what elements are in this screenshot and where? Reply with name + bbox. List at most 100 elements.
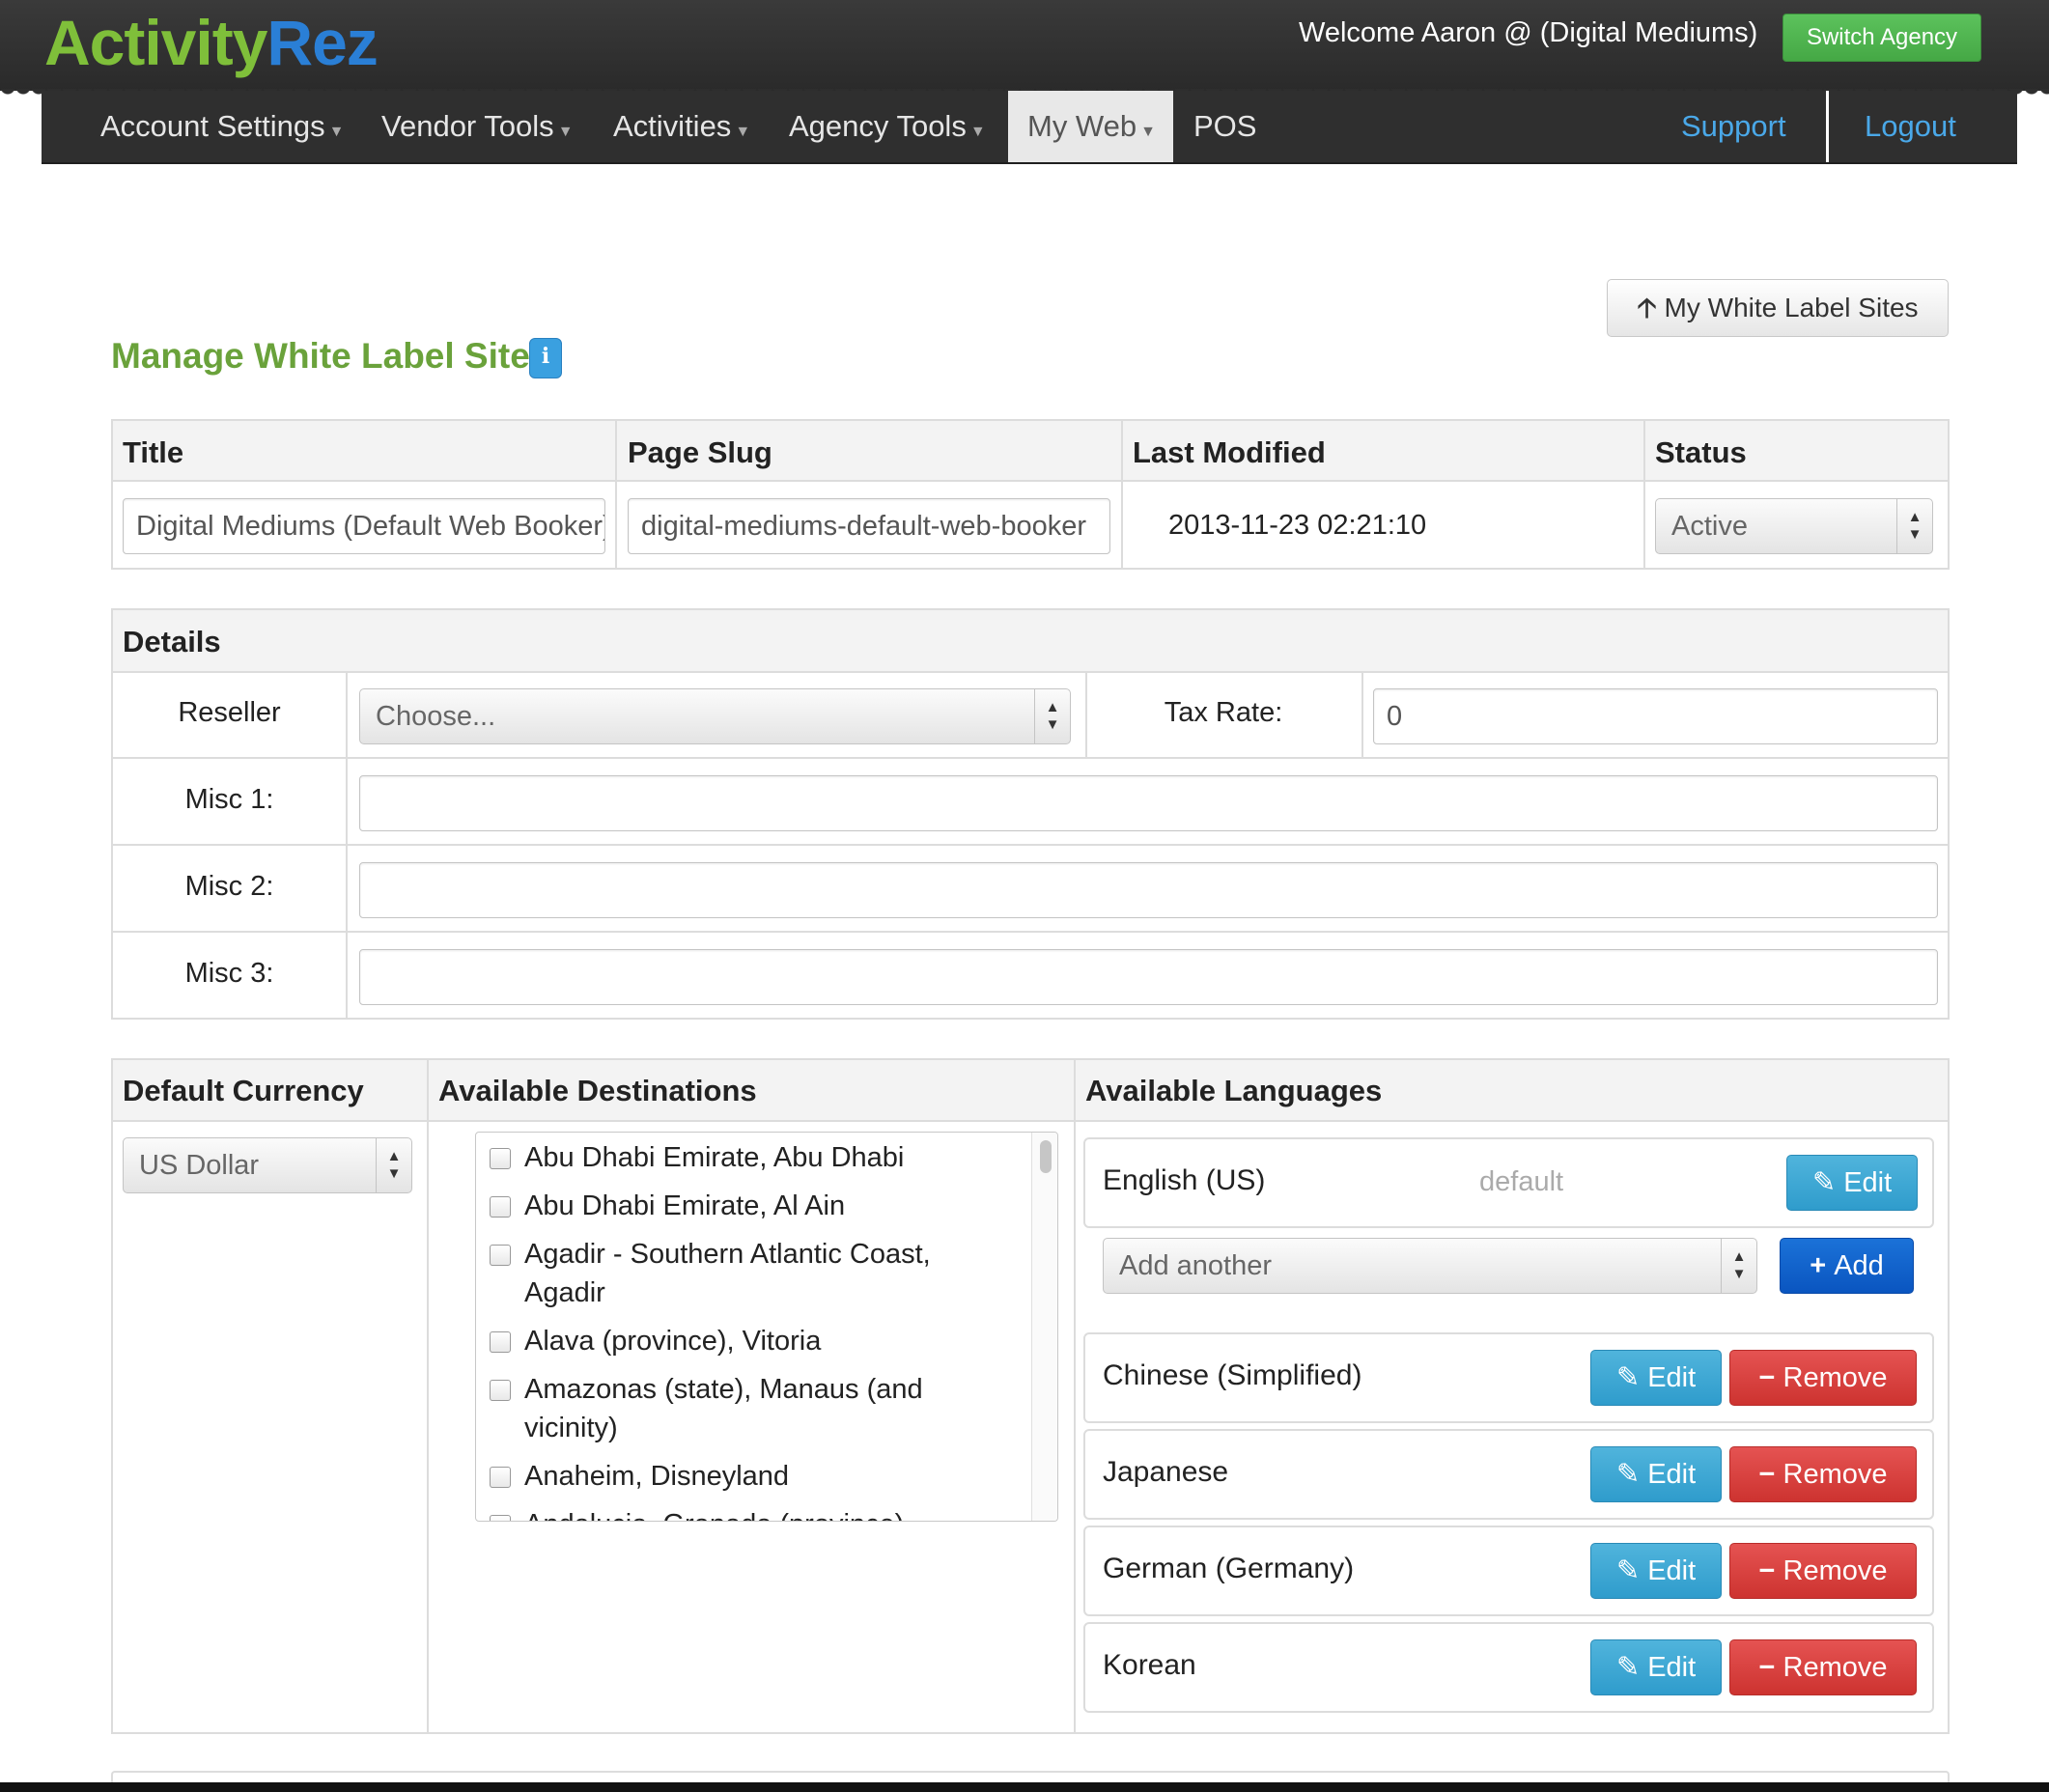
nav-my-web[interactable]: My Web ▼ — [1008, 91, 1173, 162]
bottom-strip — [0, 1782, 2049, 1792]
edit-language-button[interactable]: ✎ Edit — [1590, 1350, 1722, 1406]
reseller-select-value: Choose... — [376, 701, 496, 732]
destination-checkbox[interactable] — [490, 1467, 511, 1488]
misc2-input[interactable] — [359, 862, 1938, 918]
activityrez-logo[interactable]: ActivityRez — [44, 6, 379, 79]
destination-item[interactable]: Amazonas (state), Manaus (and vicinity) — [490, 1370, 988, 1447]
destinations-heading: Available Destinations — [438, 1074, 757, 1107]
logo-rez-text: Rez — [267, 7, 378, 78]
add-language-button[interactable]: + Add — [1780, 1238, 1914, 1294]
caret-down-icon: ▼ — [557, 124, 574, 140]
remove-button-label: Remove — [1782, 1459, 1888, 1490]
edit-language-button[interactable]: ✎ Edit — [1590, 1639, 1722, 1695]
destination-checkbox[interactable] — [490, 1380, 511, 1401]
currency-heading: Default Currency — [123, 1074, 364, 1107]
column-header-page-slug: Page Slug — [628, 435, 772, 469]
currency-select[interactable]: US Dollar ▲ ▼ — [123, 1137, 412, 1193]
destinations-scrollbar[interactable] — [1031, 1133, 1057, 1521]
destination-item[interactable]: Anaheim, Disneyland — [490, 1457, 988, 1496]
select-arrows-icon: ▲ ▼ — [1896, 499, 1932, 553]
scrollbar-thumb[interactable] — [1040, 1140, 1052, 1173]
divider — [113, 931, 1948, 933]
nav-account-settings[interactable]: Account Settings ▼ — [100, 91, 344, 162]
edit-button-label: Edit — [1647, 1652, 1697, 1683]
destination-label: Andalucia, Granada (province) — [524, 1509, 904, 1521]
remove-language-button[interactable]: − Remove — [1729, 1639, 1917, 1695]
divider — [427, 1060, 429, 1732]
logout-link[interactable]: Logout — [1865, 91, 1956, 162]
support-link[interactable]: Support — [1681, 91, 1786, 162]
destination-checkbox[interactable] — [490, 1196, 511, 1218]
destination-checkbox[interactable] — [490, 1245, 511, 1266]
edit-language-button[interactable]: ✎ Edit — [1590, 1543, 1722, 1599]
nav-my-web-label: My Web — [1027, 109, 1137, 143]
details-header — [113, 610, 1948, 671]
nav-pos[interactable]: POS — [1193, 91, 1256, 162]
tax-rate-input[interactable]: 0 — [1373, 688, 1938, 744]
edit-icon: ✎ — [1615, 1459, 1648, 1490]
language-card: German (Germany) ✎ Edit − Remove — [1083, 1526, 1934, 1616]
destination-label: Alava (province), Vitoria — [524, 1326, 822, 1357]
minus-icon: − — [1758, 1652, 1783, 1683]
edit-language-button[interactable]: ✎ Edit — [1590, 1446, 1722, 1502]
edit-icon: ✎ — [1615, 1362, 1648, 1393]
column-header-last-modified: Last Modified — [1133, 435, 1326, 469]
misc1-input[interactable] — [359, 775, 1938, 831]
arrow-up-icon: 🡡 — [1637, 293, 1657, 322]
nav-pos-label: POS — [1193, 109, 1257, 143]
misc3-input[interactable] — [359, 949, 1938, 1005]
destination-label: Abu Dhabi Emirate, Abu Dhabi — [524, 1142, 905, 1173]
remove-language-button[interactable]: − Remove — [1729, 1543, 1917, 1599]
destination-item[interactable]: Alava (province), Vitoria — [490, 1322, 988, 1360]
site-title-input[interactable]: Digital Mediums (Default Web Booker) — [123, 498, 605, 554]
add-language-select-value: Add another — [1119, 1250, 1273, 1281]
nav-activities[interactable]: Activities ▼ — [613, 91, 750, 162]
info-icon[interactable] — [529, 338, 562, 378]
reseller-select[interactable]: Choose... ▲ ▼ — [359, 688, 1071, 744]
destinations-list[interactable]: Abu Dhabi Emirate, Abu Dhabi Abu Dhabi E… — [475, 1132, 1058, 1522]
divider — [113, 757, 1948, 759]
destination-checkbox[interactable] — [490, 1331, 511, 1353]
misc2-label: Misc 2: — [184, 871, 274, 902]
languages-heading: Available Languages — [1085, 1074, 1383, 1107]
destination-checkbox[interactable] — [490, 1148, 511, 1169]
destination-checkbox[interactable] — [490, 1515, 511, 1521]
language-name: Chinese (Simplified) — [1103, 1359, 1362, 1391]
nav-divider — [1826, 91, 1829, 162]
nav-account-settings-label: Account Settings — [100, 109, 325, 143]
nav-agency-tools-label: Agency Tools — [789, 109, 967, 143]
add-button-label: Add — [1834, 1250, 1884, 1281]
divider — [1361, 671, 1363, 757]
page-title: Manage White Label Site — [111, 336, 530, 376]
divider — [615, 421, 617, 568]
nav-vendor-tools[interactable]: Vendor Tools ▼ — [381, 91, 574, 162]
destination-item[interactable]: Abu Dhabi Emirate, Al Ain — [490, 1187, 988, 1225]
remove-button-label: Remove — [1782, 1555, 1888, 1586]
destination-item[interactable]: Andalucia, Granada (province) — [490, 1505, 988, 1521]
switch-agency-button[interactable]: Switch Agency — [1782, 14, 1981, 62]
destination-item[interactable]: Abu Dhabi Emirate, Abu Dhabi — [490, 1138, 988, 1177]
remove-button-label: Remove — [1782, 1652, 1888, 1683]
edit-language-button[interactable]: ✎ Edit — [1786, 1155, 1918, 1211]
select-arrows-icon: ▲ ▼ — [1721, 1239, 1756, 1293]
top-header: ActivityRez Welcome Aaron @ (Digital Med… — [0, 0, 2049, 98]
remove-language-button[interactable]: − Remove — [1729, 1350, 1917, 1406]
language-card: Chinese (Simplified) ✎ Edit − Remove — [1083, 1332, 1934, 1423]
add-language-select[interactable]: Add another ▲ ▼ — [1103, 1238, 1757, 1294]
page-slug-input[interactable]: digital-mediums-default-web-booker — [628, 498, 1110, 554]
destination-label: Amazonas (state), Manaus (and vicinity) — [524, 1374, 923, 1443]
remove-language-button[interactable]: − Remove — [1729, 1446, 1917, 1502]
caret-down-icon: ▼ — [328, 124, 345, 140]
last-modified-value: 2013-11-23 02:21:10 — [1168, 510, 1427, 541]
nav-agency-tools[interactable]: Agency Tools ▼ — [789, 91, 986, 162]
nav-vendor-tools-label: Vendor Tools — [381, 109, 554, 143]
language-name: Korean — [1103, 1649, 1196, 1681]
destination-item[interactable]: Agadir - Southern Atlantic Coast, Agadir — [490, 1235, 988, 1312]
status-select[interactable]: Active ▲ ▼ — [1655, 498, 1933, 554]
remove-button-label: Remove — [1782, 1362, 1888, 1393]
minus-icon: − — [1758, 1555, 1783, 1586]
divider — [113, 844, 1948, 846]
my-white-label-sites-button[interactable]: 🡡 My White Label Sites — [1607, 279, 1949, 337]
minus-icon: − — [1758, 1362, 1783, 1393]
column-header-title: Title — [123, 435, 184, 469]
